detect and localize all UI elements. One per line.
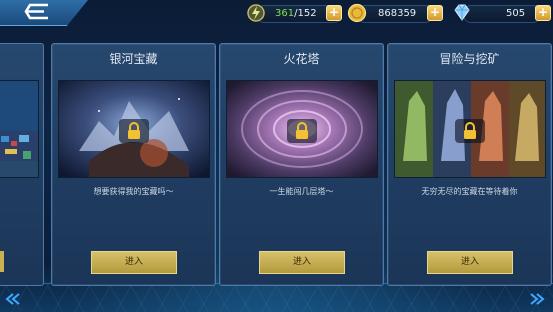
gold-resource: 868359: [357, 5, 433, 23]
partial-card-image: [0, 80, 39, 178]
stamina-add-button[interactable]: +: [326, 5, 342, 21]
card-galaxy-treasure: 银河宝藏 想要获得我的宝藏吗～ 进入: [51, 43, 216, 286]
card-description: 想要获得我的宝藏吗～: [93, 187, 174, 196]
card-title: 冒险与挖矿: [439, 52, 500, 66]
stamina-max: /152: [294, 8, 317, 19]
partial-enter-button[interactable]: [0, 251, 4, 272]
card-spark-tower: 火花塔 一生能闯几层塔～ 进入: [219, 43, 384, 286]
diamond-icon: [454, 4, 470, 21]
energy-icon: [247, 4, 265, 22]
lock-icon: [287, 119, 317, 143]
card-image: [226, 80, 378, 178]
diamond-add-button[interactable]: +: [535, 5, 551, 21]
scroll-left-icon[interactable]: [5, 293, 21, 305]
card-image: [58, 80, 210, 178]
card-description: 一生能闯几层塔～: [269, 187, 334, 196]
coin-icon: [347, 3, 367, 23]
diamond-resource: 505: [463, 5, 541, 23]
card-image: [394, 80, 546, 178]
gold-value: 868359: [378, 8, 417, 19]
stamina-current: 361: [275, 8, 295, 19]
diamond-value: 505: [506, 8, 526, 19]
card-description: 无穷无尽的宝藏在等待着你: [421, 187, 518, 196]
enter-button[interactable]: 进入: [91, 251, 177, 274]
card-title: 银河宝藏: [109, 52, 158, 66]
card-title: 火花塔: [283, 52, 320, 66]
enter-button[interactable]: 进入: [427, 251, 513, 274]
enter-button[interactable]: 进入: [259, 251, 345, 274]
scroll-right-icon[interactable]: [529, 293, 545, 305]
partial-card-left[interactable]: [0, 43, 44, 286]
lock-icon: [119, 119, 149, 143]
gold-add-button[interactable]: +: [427, 5, 443, 21]
back-arrow-icon: [24, 3, 48, 20]
back-button[interactable]: [0, 0, 88, 26]
lock-icon: [455, 119, 485, 143]
card-adventure-mining: 冒险与挖矿 无穷无尽的宝藏在等待着你 进入: [387, 43, 552, 286]
